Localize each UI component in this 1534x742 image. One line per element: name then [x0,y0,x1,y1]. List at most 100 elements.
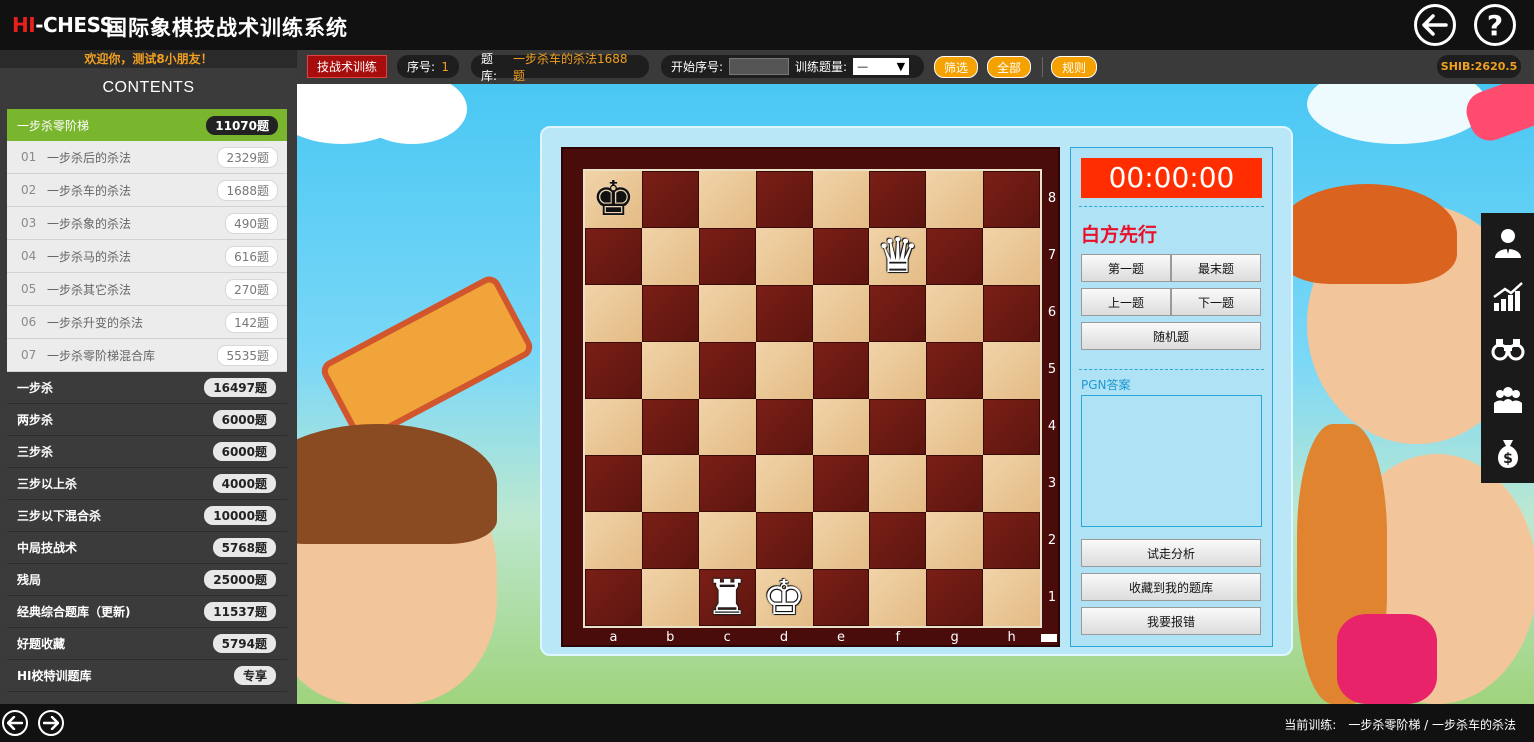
square-b3[interactable] [641,455,699,513]
square-c5[interactable] [698,341,756,399]
category-menu-item[interactable]: 三步以上杀 4000题 [7,468,287,500]
sub-menu-item[interactable]: 03 一步杀象的杀法 490题 [7,207,287,240]
collect-button[interactable]: 收藏到我的题库 [1081,573,1261,601]
square-c1[interactable]: ♜ [698,569,756,626]
square-e5[interactable] [812,341,870,399]
square-d5[interactable] [755,341,813,399]
footer-prev-button[interactable] [2,710,28,736]
square-b7[interactable] [641,227,699,285]
square-g6[interactable] [926,284,984,342]
black-king-piece[interactable]: ♚ [592,175,635,223]
chart-icon[interactable] [1491,279,1525,313]
square-f5[interactable] [869,341,927,399]
square-g2[interactable] [926,512,984,570]
square-a5[interactable] [585,341,642,399]
count-select[interactable]: — ▼ [853,58,910,75]
square-f6[interactable] [869,284,927,342]
rules-button[interactable]: 规则 [1051,56,1097,78]
square-f7[interactable]: ♛ [869,227,927,285]
white-rook-piece[interactable]: ♜ [706,574,749,622]
white-queen-piece[interactable]: ♛ [876,232,919,280]
report-error-button[interactable]: 我要报错 [1081,607,1261,635]
group-icon[interactable] [1491,383,1525,417]
sub-menu-item[interactable]: 06 一步杀升变的杀法 142题 [7,306,287,339]
square-g8[interactable] [926,171,984,228]
square-b2[interactable] [641,512,699,570]
prev-puzzle-button[interactable]: 上一题 [1081,288,1171,316]
binoculars-icon[interactable] [1491,331,1525,365]
money-bag-icon[interactable]: $ [1491,436,1525,470]
square-f1[interactable] [869,569,927,626]
square-d7[interactable] [755,227,813,285]
square-h7[interactable] [983,227,1040,285]
next-puzzle-button[interactable]: 下一题 [1171,288,1261,316]
square-c3[interactable] [698,455,756,513]
square-h2[interactable] [983,512,1040,570]
category-menu-item[interactable]: 中局技战术 5768题 [7,532,287,564]
first-puzzle-button[interactable]: 第一题 [1081,254,1171,282]
square-c4[interactable] [698,398,756,456]
analyze-button[interactable]: 试走分析 [1081,539,1261,567]
filter-button[interactable]: 筛选 [934,56,978,78]
square-e2[interactable] [812,512,870,570]
square-d6[interactable] [755,284,813,342]
square-e6[interactable] [812,284,870,342]
square-g7[interactable] [926,227,984,285]
sub-menu-item[interactable]: 04 一步杀马的杀法 616题 [7,240,287,273]
sub-menu-item[interactable]: 01 一步杀后的杀法 2329题 [7,141,287,174]
square-g1[interactable] [926,569,984,626]
square-f8[interactable] [869,171,927,228]
square-f2[interactable] [869,512,927,570]
square-e8[interactable] [812,171,870,228]
back-button[interactable] [1414,4,1456,46]
mode-button[interactable]: 技战术训练 [307,55,387,78]
square-a4[interactable] [585,398,642,456]
category-menu-item[interactable]: 残局 25000题 [7,564,287,596]
square-b8[interactable] [641,171,699,228]
square-a2[interactable] [585,512,642,570]
square-b6[interactable] [641,284,699,342]
white-king-piece[interactable]: ♚ [763,574,806,622]
category-menu-item[interactable]: 一步杀 16497题 [7,372,287,404]
random-puzzle-button[interactable]: 随机题 [1081,322,1261,350]
square-b4[interactable] [641,398,699,456]
category-menu-item[interactable]: 经典综合题库（更新) 11537题 [7,596,287,628]
sub-menu-item[interactable]: 07 一步杀零阶梯混合库 5535题 [7,339,287,372]
user-icon[interactable] [1491,226,1525,260]
footer-next-button[interactable] [38,710,64,736]
square-h1[interactable] [983,569,1040,626]
square-d1[interactable]: ♚ [755,569,813,626]
chessboard[interactable]: ♚ ♛ ♜ ♚ [583,169,1042,628]
category-menu-item[interactable]: HI校特训题库 专享 [7,660,287,692]
square-d2[interactable] [755,512,813,570]
last-puzzle-button[interactable]: 最末题 [1171,254,1261,282]
square-b5[interactable] [641,341,699,399]
square-e4[interactable] [812,398,870,456]
pgn-answer-box[interactable] [1081,395,1262,527]
square-a3[interactable] [585,455,642,513]
sub-menu-item[interactable]: 05 一步杀其它杀法 270题 [7,273,287,306]
square-h8[interactable] [983,171,1040,228]
sub-menu-item[interactable]: 02 一步杀车的杀法 1688题 [7,174,287,207]
square-h4[interactable] [983,398,1040,456]
category-menu-item[interactable]: 两步杀 6000题 [7,404,287,436]
start-index-input[interactable] [729,58,790,75]
square-f4[interactable] [869,398,927,456]
square-f3[interactable] [869,455,927,513]
square-d3[interactable] [755,455,813,513]
square-b1[interactable] [641,569,699,626]
board-flip-toggle[interactable] [1041,634,1057,642]
all-button[interactable]: 全部 [987,56,1031,78]
square-e3[interactable] [812,455,870,513]
square-c7[interactable] [698,227,756,285]
square-c2[interactable] [698,512,756,570]
square-h5[interactable] [983,341,1040,399]
square-g3[interactable] [926,455,984,513]
square-a1[interactable] [585,569,642,626]
square-g4[interactable] [926,398,984,456]
square-a7[interactable] [585,227,642,285]
category-menu-item[interactable]: 三步杀 6000题 [7,436,287,468]
square-d8[interactable] [755,171,813,228]
category-menu-item[interactable]: 三步以下混合杀 10000题 [7,500,287,532]
square-a8[interactable]: ♚ [585,171,642,228]
